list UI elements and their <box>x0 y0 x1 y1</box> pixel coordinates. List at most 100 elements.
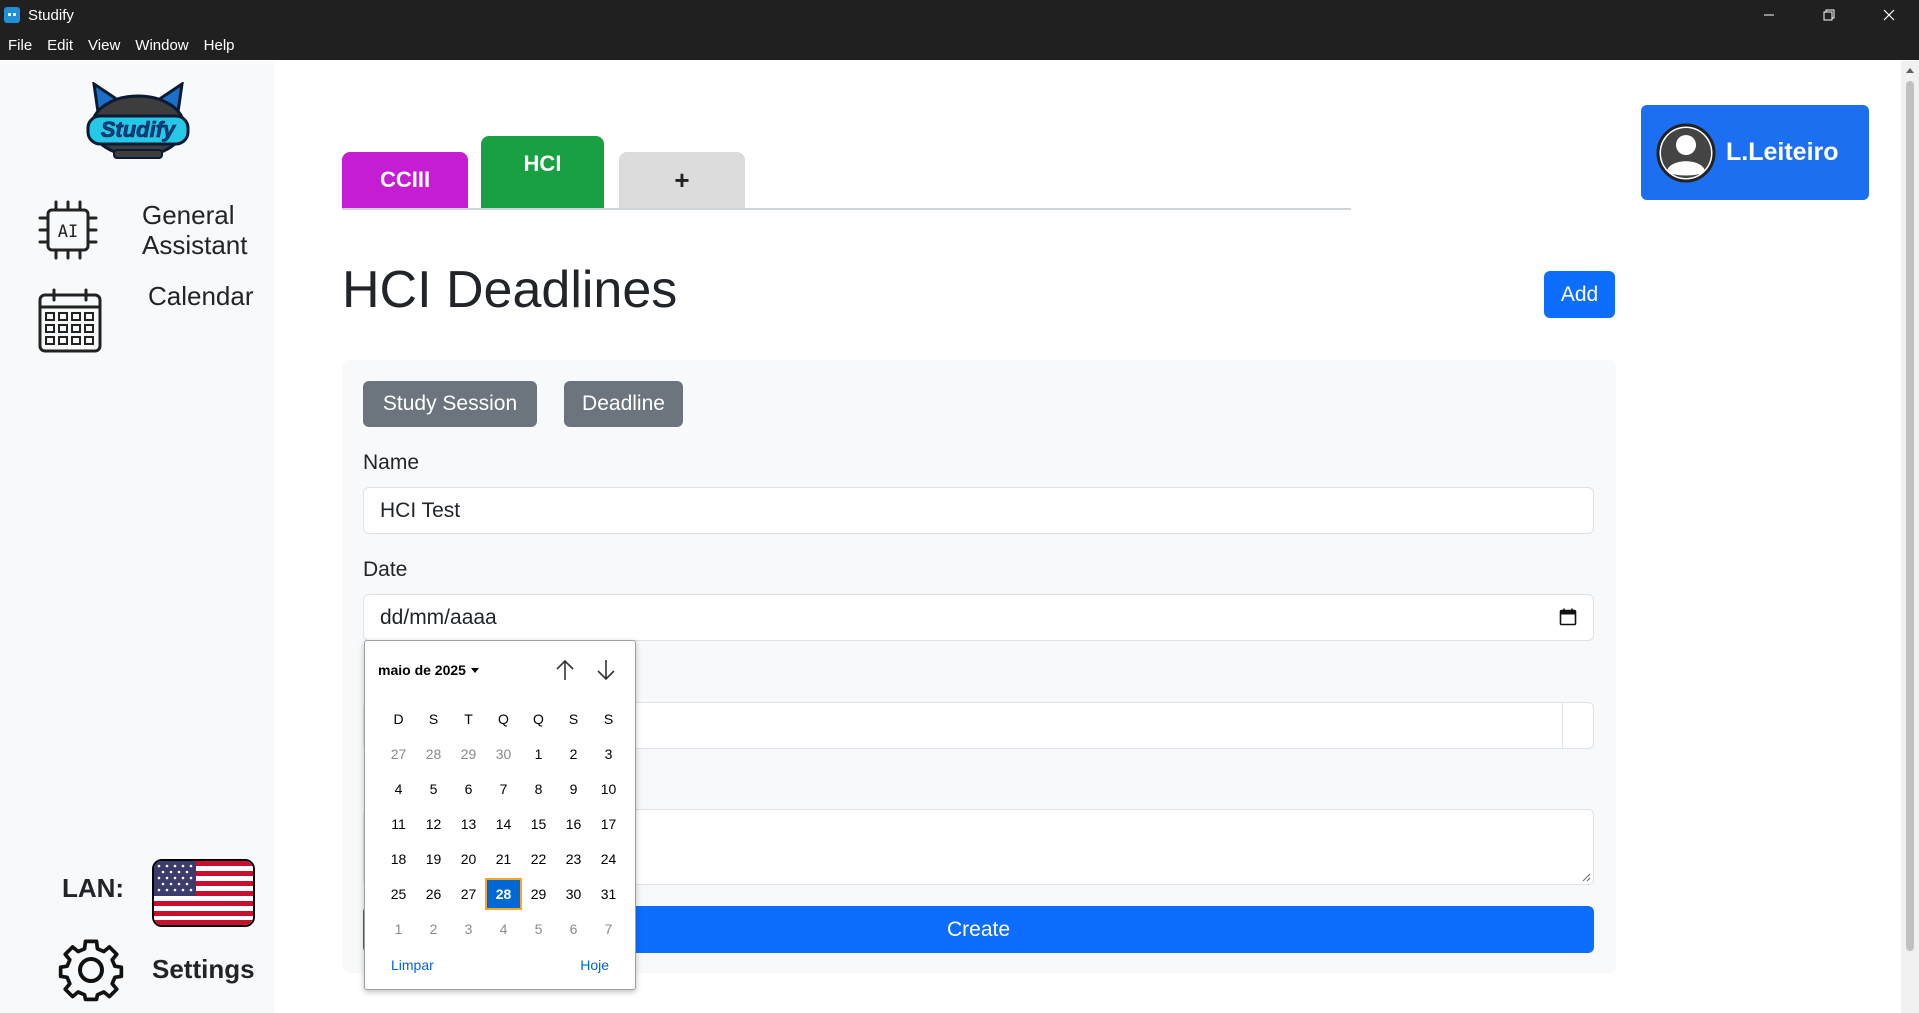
add-button[interactable]: Add <box>1544 271 1615 318</box>
tab-hci[interactable]: HCI <box>481 136 604 208</box>
calendar-day[interactable]: 12 <box>416 809 451 839</box>
us-flag-icon <box>154 861 253 925</box>
calendar-day[interactable]: 29 <box>521 879 556 909</box>
scroll-thumb[interactable] <box>1906 81 1914 951</box>
date-input-placeholder: dd/mm/aaaa <box>380 605 497 629</box>
calendar-day[interactable]: 18 <box>381 844 416 874</box>
calendar-day[interactable]: 20 <box>451 844 486 874</box>
weekday-header: S <box>428 710 439 727</box>
calendar-week-row: 1234567 <box>381 911 626 946</box>
clear-date-button[interactable]: Limpar <box>391 957 434 973</box>
restore-button[interactable] <box>1799 0 1859 30</box>
calendar-day[interactable]: 5 <box>521 914 556 944</box>
calendar-day[interactable]: 2 <box>416 914 451 944</box>
menu-edit[interactable]: Edit <box>47 37 73 54</box>
window-controls <box>1739 0 1919 30</box>
name-label: Name <box>363 451 420 474</box>
calendar-day[interactable]: 3 <box>591 739 626 769</box>
close-button[interactable] <box>1859 0 1919 30</box>
calendar-day[interactable]: 23 <box>556 844 591 874</box>
calendar-day[interactable]: 4 <box>381 774 416 804</box>
calendar-day[interactable]: 8 <box>521 774 556 804</box>
calendar-day[interactable]: 16 <box>556 809 591 839</box>
calendar-day[interactable]: 5 <box>416 774 451 804</box>
vertical-scrollbar[interactable] <box>1901 61 1919 1013</box>
caret-down-icon <box>470 667 479 673</box>
study-session-button[interactable]: Study Session <box>363 381 537 427</box>
calendar-week-row: 18 19 20 21 22 23 24 <box>381 841 626 876</box>
calendar-day[interactable]: 7 <box>591 914 626 944</box>
calendar-day[interactable]: 1 <box>521 739 556 769</box>
logo-lettering: Studify <box>101 117 177 142</box>
calendar-day[interactable]: 7 <box>486 774 521 804</box>
calendar-day[interactable]: 6 <box>451 774 486 804</box>
today-button[interactable]: Hoje <box>580 957 609 973</box>
avatar-icon <box>1656 123 1716 182</box>
language-selector[interactable] <box>152 859 255 927</box>
calendar-day[interactable]: 15 <box>521 809 556 839</box>
name-input[interactable]: HCI Test <box>363 487 1594 534</box>
tab-cciii[interactable]: CCIII <box>342 152 468 208</box>
minimize-button[interactable] <box>1739 0 1799 30</box>
resize-handle-icon[interactable] <box>1581 872 1591 882</box>
calendar-day[interactable]: 1 <box>381 914 416 944</box>
sidebar-item-calendar[interactable]: Calendar <box>36 281 254 355</box>
menu-window[interactable]: Window <box>135 37 188 54</box>
calendar-day[interactable]: 11 <box>381 809 416 839</box>
month-year-selector[interactable]: maio de 2025 <box>378 662 479 678</box>
calendar-day[interactable]: 26 <box>416 879 451 909</box>
calendar-day[interactable]: 21 <box>486 844 521 874</box>
user-profile-button[interactable]: L.Leiteiro <box>1641 105 1869 200</box>
sidebar-item-settings[interactable]: Settings <box>58 936 255 1002</box>
gear-icon <box>58 939 124 1002</box>
general-assistant-label-line2: Assistant <box>142 230 248 260</box>
next-month-button[interactable] <box>593 657 619 683</box>
subject-tabs: CCIII HCI + <box>342 136 1351 210</box>
menu-view[interactable]: View <box>88 37 120 54</box>
calendar-day[interactable]: 13 <box>451 809 486 839</box>
calendar-day[interactable]: 2 <box>556 739 591 769</box>
calendar-week-row: 25 26 27 28 29 30 31 <box>381 876 626 911</box>
calendar-day[interactable]: 22 <box>521 844 556 874</box>
studify-app-icon <box>4 7 20 23</box>
language-label: LAN: <box>62 873 125 903</box>
calendar-day[interactable]: 6 <box>556 914 591 944</box>
calendar-day[interactable]: 19 <box>416 844 451 874</box>
sidebar: Studify AI General Assistant Calendar LA… <box>0 61 275 1013</box>
studify-logo[interactable]: Studify <box>84 80 192 159</box>
date-input[interactable]: dd/mm/aaaa <box>363 594 1594 641</box>
calendar-day[interactable]: 30 <box>486 739 521 769</box>
calendar-day[interactable]: 10 <box>591 774 626 804</box>
menu-help[interactable]: Help <box>204 37 235 54</box>
general-assistant-label-line1: General <box>142 200 235 230</box>
select-divider <box>1562 703 1563 748</box>
restore-icon <box>1823 9 1835 21</box>
date-picker-icon[interactable] <box>1559 608 1577 626</box>
calendar-day[interactable]: 9 <box>556 774 591 804</box>
scroll-up-icon[interactable] <box>1906 68 1914 73</box>
weekday-header: S <box>603 710 614 727</box>
calendar-day-selected[interactable]: 28 <box>485 877 522 910</box>
calendar-day[interactable]: 24 <box>591 844 626 874</box>
weekday-header: D <box>393 710 404 727</box>
add-tab-button[interactable]: + <box>619 152 745 208</box>
calendar-day[interactable]: 3 <box>451 914 486 944</box>
calendar-day[interactable]: 30 <box>556 879 591 909</box>
calendar-day[interactable]: 17 <box>591 809 626 839</box>
sidebar-item-general-assistant[interactable]: AI General Assistant <box>36 198 248 262</box>
calendar-icon <box>38 288 102 353</box>
menu-file[interactable]: File <box>8 37 32 54</box>
calendar-day[interactable]: 27 <box>451 879 486 909</box>
calendar-day[interactable]: 29 <box>451 739 486 769</box>
weekday-header: Q <box>533 710 544 727</box>
calendar-day[interactable]: 28 <box>416 739 451 769</box>
calendar-day[interactable]: 25 <box>381 879 416 909</box>
calendar-day[interactable]: 27 <box>381 739 416 769</box>
calendar-day[interactable]: 31 <box>591 879 626 909</box>
deadline-button[interactable]: Deadline <box>564 381 683 427</box>
title-bar: Studify <box>0 0 1919 30</box>
ai-chip-icon: AI <box>38 200 98 260</box>
calendar-day[interactable]: 4 <box>486 914 521 944</box>
previous-month-button[interactable] <box>552 657 578 683</box>
calendar-day[interactable]: 14 <box>486 809 521 839</box>
